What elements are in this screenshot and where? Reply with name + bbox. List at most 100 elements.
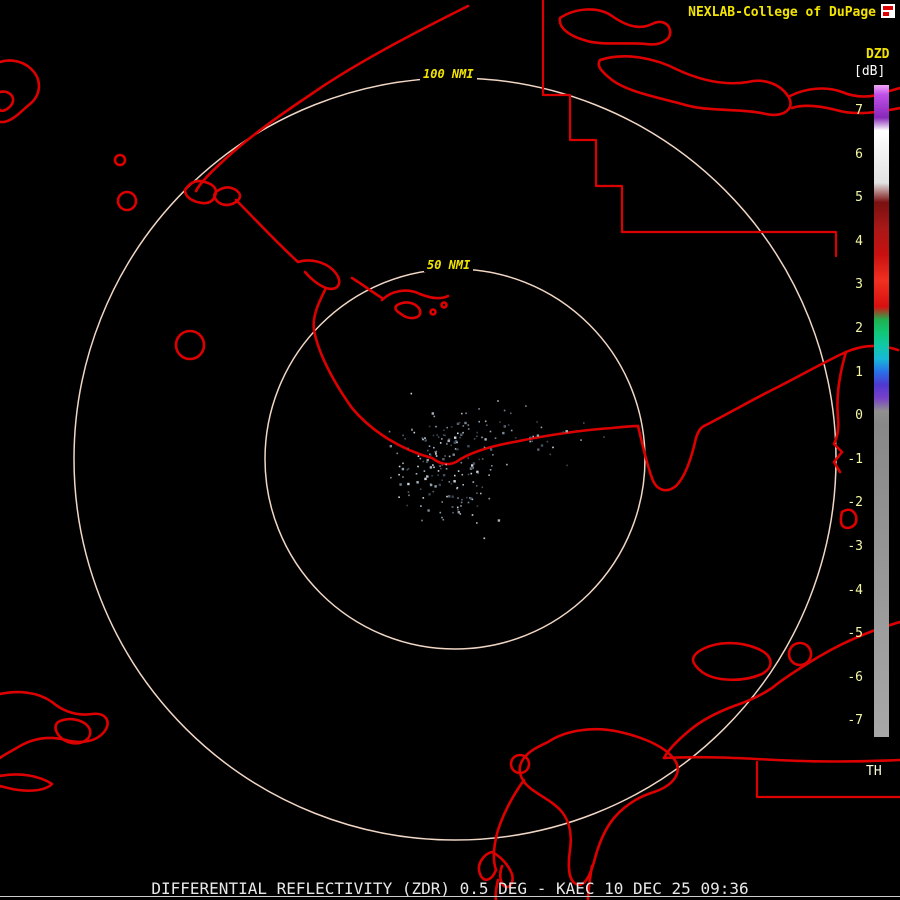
threshold-label: TH [866, 764, 882, 779]
echo-dot [438, 483, 441, 487]
echo-dot [453, 441, 456, 444]
echo-dot [489, 448, 493, 451]
echo-dot [396, 452, 398, 455]
echo-dot [441, 501, 443, 503]
lake-circle [787, 641, 813, 667]
echo-dot [472, 467, 474, 469]
echo-dot [429, 454, 432, 456]
coastline-path [702, 344, 900, 428]
colorbar-title: DZD [866, 47, 890, 62]
echo-dot [417, 455, 420, 457]
echo-dot [460, 505, 462, 507]
echo-dot [457, 511, 460, 514]
colorbar-tick-label: -6 [847, 669, 863, 685]
echo-dot [562, 431, 565, 433]
echo-dot [603, 436, 605, 438]
echo-dot [536, 434, 540, 437]
echo-dot [506, 463, 508, 466]
colorbar-tick-label: -7 [847, 713, 863, 729]
coastline-path [662, 620, 900, 760]
range-ring-label-100: 100 NMI [420, 67, 477, 81]
echo-dot [433, 415, 436, 418]
echo-dot [407, 482, 410, 486]
echo-dot [402, 476, 404, 478]
echo-dot [434, 485, 437, 488]
echo-dot [450, 444, 452, 447]
colorbar-tick-label: -5 [847, 626, 863, 642]
range-ring-inner [264, 268, 646, 650]
coastline-path [839, 508, 858, 530]
echo-dot [467, 473, 470, 476]
colorbar-tick-label: -1 [847, 451, 863, 467]
map-outlines [0, 0, 900, 900]
echo-dot [407, 491, 410, 493]
echo-dot [467, 445, 470, 448]
echo-dot [471, 514, 474, 516]
echo-dot [406, 468, 409, 471]
echo-dot [424, 437, 426, 439]
echo-dot [502, 431, 505, 435]
border-path [541, 0, 838, 258]
echo-dot [446, 426, 448, 429]
echo-dot [461, 412, 463, 415]
echo-dot [445, 468, 448, 470]
echo-dot [451, 506, 454, 508]
echo-dot [428, 425, 431, 428]
echo-dot [441, 464, 443, 466]
echo-dot [445, 463, 447, 466]
echo-dot [398, 473, 400, 476]
colorbar-tick-label: 4 [855, 233, 863, 249]
echo-dot [514, 437, 517, 439]
echo-layer [388, 392, 605, 540]
echo-dot [546, 440, 549, 443]
coastline-path [636, 424, 706, 492]
echo-dot [465, 412, 467, 415]
echo-dot [497, 400, 499, 402]
coastline-path [350, 276, 384, 300]
echo-dot [426, 458, 429, 462]
echo-dot [439, 465, 441, 467]
echo-dot [450, 426, 453, 428]
echo-dot [390, 476, 392, 479]
echo-dot [411, 429, 413, 431]
colorbar-tick-label: 5 [855, 190, 863, 206]
echo-dot [402, 462, 404, 465]
echo-dot [428, 445, 431, 447]
echo-dot [421, 519, 423, 522]
echo-dot [536, 421, 538, 423]
echo-dot [460, 433, 463, 436]
echo-dot [489, 469, 492, 471]
range-rings [73, 77, 837, 841]
echo-dot [419, 488, 422, 490]
echo-dot [456, 506, 459, 509]
echo-dot [431, 412, 434, 415]
echo-dot [460, 461, 463, 464]
brand-text: NEXLAB-College of DuPage [688, 5, 876, 20]
echo-dot [448, 495, 451, 498]
colorbar-tick-label: 3 [855, 277, 863, 293]
echo-dot [461, 498, 463, 501]
radar-map [0, 0, 900, 900]
echo-dot [406, 504, 408, 507]
echo-dot [481, 486, 484, 489]
echo-dot [422, 497, 425, 499]
echo-dot [436, 434, 438, 436]
echo-dot [435, 455, 438, 457]
echo-dot [432, 434, 435, 437]
echo-dot [464, 421, 467, 425]
lake-circle [116, 190, 138, 212]
colorbar-tick-label: 6 [855, 146, 863, 162]
echo-dot [494, 437, 497, 439]
echo-dot [442, 474, 446, 477]
coastline-path [518, 727, 679, 887]
echo-dot [446, 495, 448, 498]
echo-dot [410, 392, 413, 395]
echo-dot [484, 420, 487, 423]
echo-dot [459, 436, 461, 439]
echo-dot [488, 497, 491, 500]
echo-dot [475, 485, 478, 487]
colorbar-tick-label: -3 [847, 539, 863, 554]
echo-dot [427, 509, 430, 512]
coastline-path [0, 90, 15, 113]
colorbar-tick-label: 2 [855, 321, 863, 336]
